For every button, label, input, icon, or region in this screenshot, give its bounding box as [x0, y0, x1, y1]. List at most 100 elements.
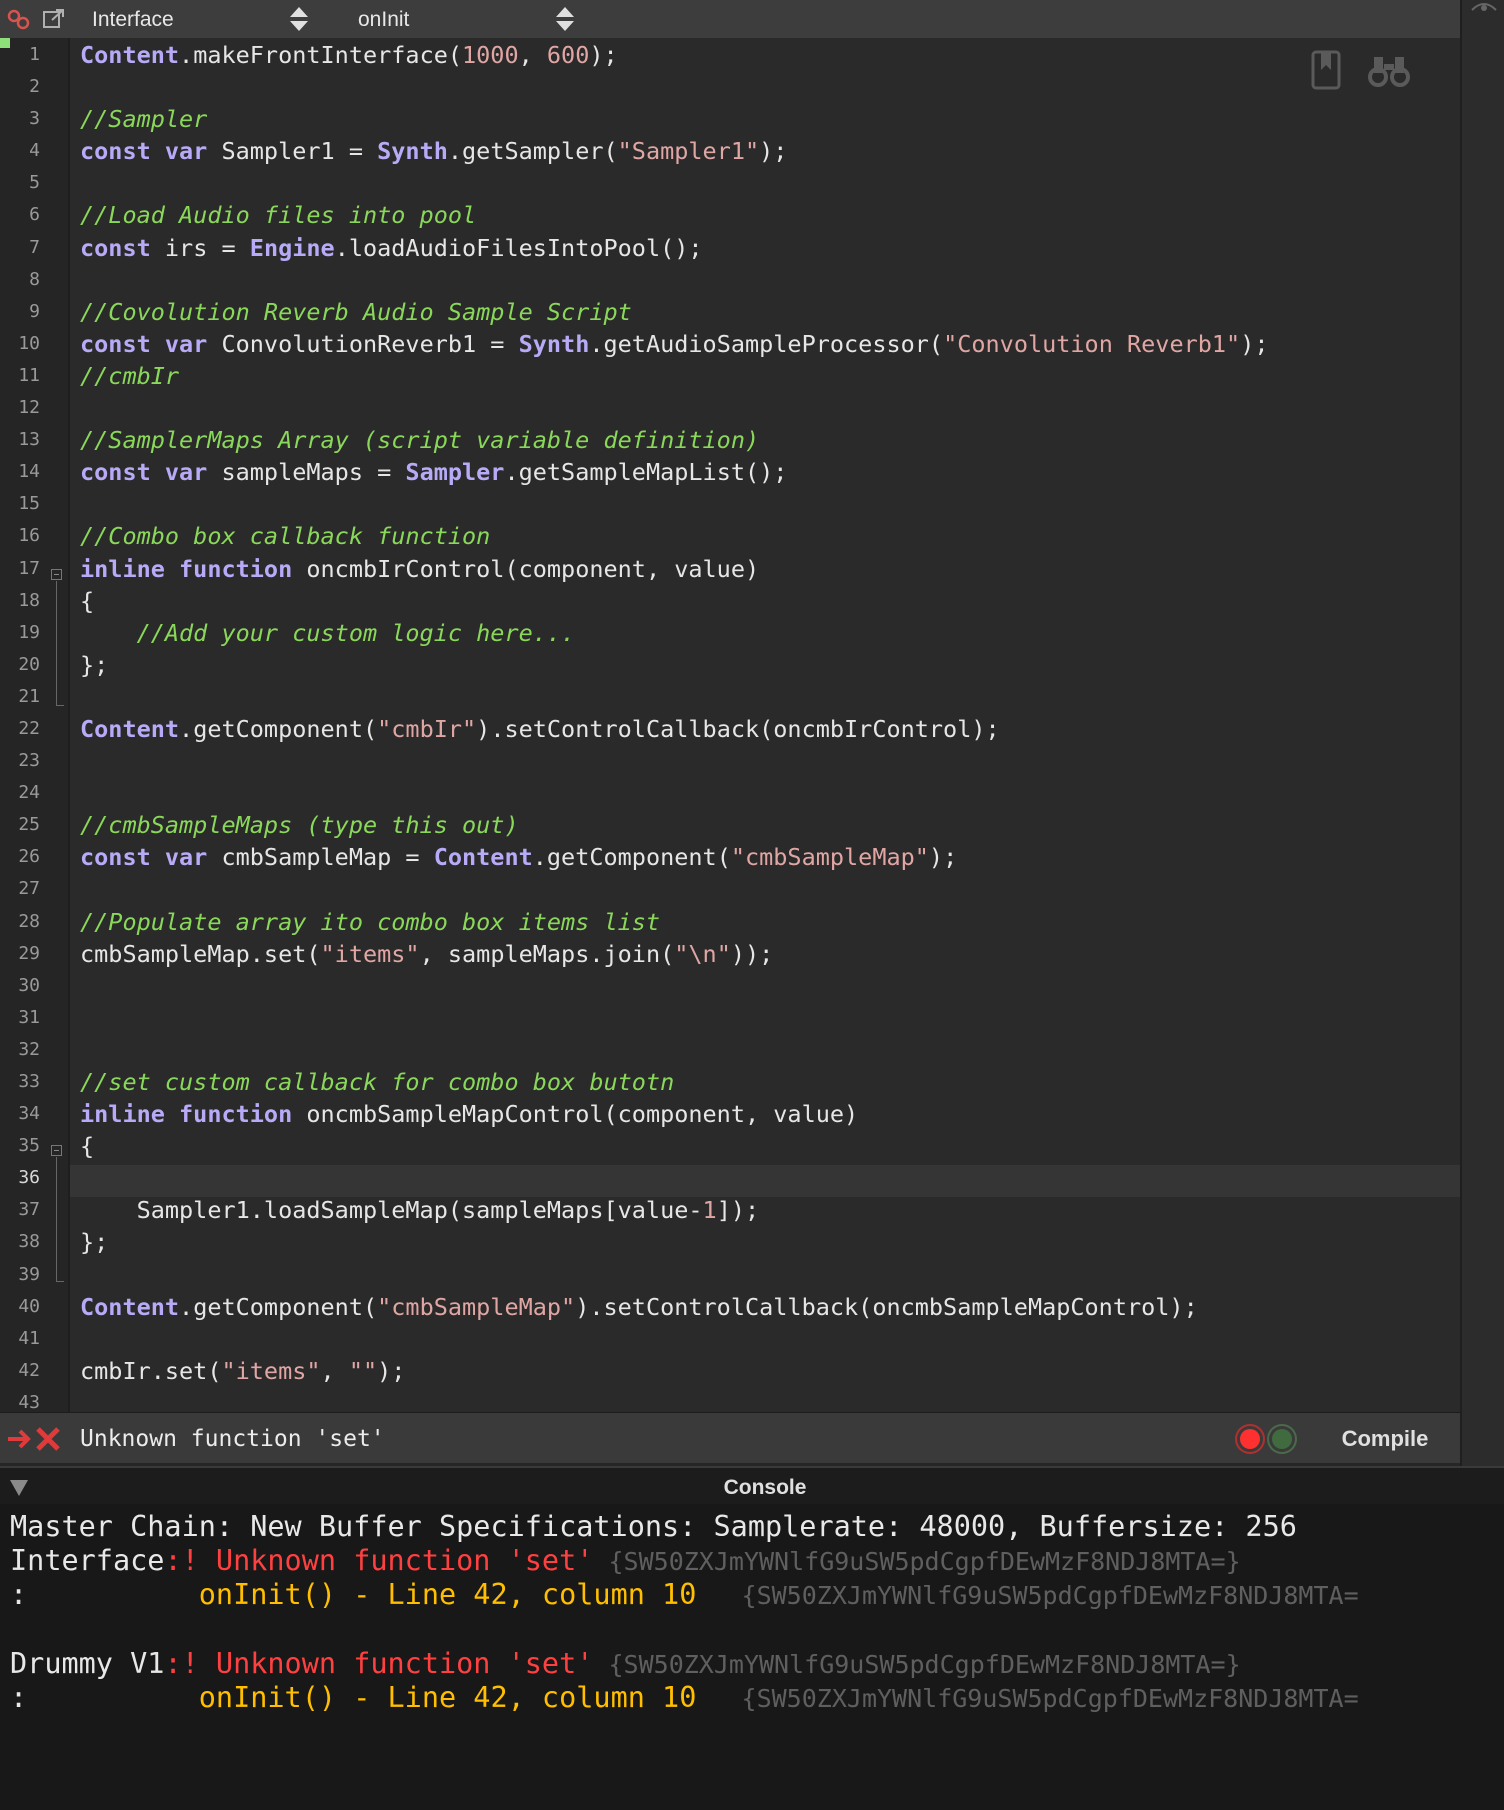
code-line[interactable] — [80, 1322, 1460, 1354]
record-icon[interactable] — [1240, 1429, 1260, 1449]
code-line[interactable]: const var Sampler1 = Synth.getSampler("S… — [80, 134, 1460, 166]
code-line[interactable]: const var ConvolutionReverb1 = Synth.get… — [80, 327, 1460, 359]
code-line[interactable] — [80, 1033, 1460, 1065]
code-token: .getComponent( — [532, 843, 731, 872]
code-line[interactable]: Content.getComponent("cmbSampleMap").set… — [80, 1290, 1460, 1322]
code-token: 1000 — [462, 41, 519, 69]
code-line[interactable]: Sampler1.loadSampleMap(sampleMaps[value-… — [80, 1193, 1460, 1225]
code-token: , — [320, 1356, 349, 1385]
line-number: 5 — [29, 172, 40, 194]
code-line[interactable]: cmbIr.set("items", ""); — [80, 1354, 1460, 1386]
console-line: Master Chain: New Buffer Specifications:… — [10, 1510, 1297, 1543]
code-line[interactable]: const var cmbSampleMap = Content.getComp… — [80, 840, 1460, 872]
code-line[interactable] — [80, 166, 1460, 198]
code-token: "Sampler1" — [617, 137, 760, 166]
code-token: inline function — [80, 554, 293, 583]
code-line[interactable]: //cmbSampleMaps (type this out) — [80, 808, 1460, 840]
line-number: 32 — [18, 1038, 40, 1060]
code-line[interactable]: const var sampleMaps = Sampler.getSample… — [80, 455, 1460, 487]
code-token: ]); — [716, 1196, 760, 1225]
code-line[interactable]: }; — [80, 1225, 1460, 1257]
callback-selector[interactable]: onInit — [358, 0, 578, 38]
code-token: .getSampleMapList(); — [504, 458, 788, 487]
code-line[interactable]: //Populate array ito combo box items lis… — [80, 905, 1460, 937]
code-line[interactable]: cmbSampleMap.set("items", sampleMaps.joi… — [80, 937, 1460, 969]
console-output[interactable]: Master Chain: New Buffer Specifications:… — [0, 1504, 1504, 1810]
code-line[interactable] — [80, 70, 1460, 102]
code-line[interactable] — [80, 263, 1460, 295]
code-line[interactable] — [80, 391, 1460, 423]
binoculars-icon[interactable] — [1368, 54, 1410, 93]
code-line[interactable]: }; — [80, 648, 1460, 680]
code-token: "\n" — [674, 939, 731, 968]
code-line[interactable]: const irs = Engine.loadAudioFilesIntoPoo… — [80, 231, 1460, 263]
code-line[interactable]: inline function oncmbSampleMapControl(co… — [80, 1097, 1460, 1129]
line-number: 24 — [18, 782, 40, 804]
code-token: //Populate array ito combo box items lis… — [80, 907, 661, 936]
link-icon[interactable] — [6, 8, 32, 30]
code-line[interactable] — [80, 1258, 1460, 1290]
code-token: //SamplerMaps Array (script variable def… — [80, 426, 760, 455]
code-line[interactable]: inline function oncmbIrControl(component… — [80, 552, 1460, 584]
code-line[interactable]: //Add your custom logic here... — [80, 616, 1460, 648]
code-token: }; — [80, 650, 109, 679]
line-number: 9 — [29, 300, 40, 322]
right-side-panel — [1460, 0, 1504, 1466]
code-token: "cmbSampleMap" — [377, 1292, 576, 1321]
code-token: .getAudioSampleProcessor( — [589, 329, 944, 358]
compile-button[interactable]: Compile — [1320, 1421, 1450, 1457]
code-line[interactable] — [80, 872, 1460, 904]
line-number: 39 — [18, 1263, 40, 1285]
code-line[interactable] — [80, 744, 1460, 776]
code-token: , sampleMaps.join( — [419, 939, 675, 968]
code-line[interactable]: { — [80, 584, 1460, 616]
line-number: 41 — [18, 1327, 40, 1349]
code-token: irs = — [150, 233, 250, 262]
code-line[interactable]: //cmbIr — [80, 359, 1460, 391]
line-number: 3 — [29, 108, 40, 130]
fold-line — [56, 1157, 57, 1281]
code-line[interactable]: //Combo box callback function — [80, 519, 1460, 551]
line-number: 20 — [18, 653, 40, 675]
code-line[interactable]: Content.getComponent("cmbIr").setControl… — [80, 712, 1460, 744]
code-line[interactable] — [80, 1161, 1460, 1193]
code-line[interactable]: //Load Audio files into pool — [80, 198, 1460, 230]
code-line[interactable] — [80, 776, 1460, 808]
code-token: inline function — [80, 1100, 293, 1129]
error-status-bar: Unknown function 'set' Compile — [0, 1412, 1460, 1463]
line-number: 15 — [18, 493, 40, 515]
code-token: .loadAudioFilesIntoPool(); — [334, 233, 703, 262]
processor-selector[interactable]: Interface — [92, 0, 312, 38]
code-text[interactable]: Content.makeFrontInterface(1000, 600); //… — [80, 38, 1460, 1418]
code-line[interactable] — [80, 680, 1460, 712]
code-token: oncmbIrControl(component, value) — [292, 554, 760, 583]
code-token: { — [80, 1132, 95, 1161]
code-token: { — [80, 586, 95, 615]
code-token: cmbIr.set( — [80, 1356, 222, 1385]
external-popout-icon[interactable] — [42, 8, 68, 30]
line-numbers: 1 2 3 4 5 6 7 8 9 10 11 12 13 14 15 16 17 18 19 20 21 22 23 24 2… — [0, 38, 40, 1418]
fold-toggle-icon[interactable] — [51, 1145, 62, 1156]
code-line[interactable]: //Covolution Reverb Audio Sample Script — [80, 295, 1460, 327]
code-line[interactable]: { — [80, 1129, 1460, 1161]
code-line[interactable]: //SamplerMaps Array (script variable def… — [80, 423, 1460, 455]
eye-icon[interactable] — [1470, 2, 1498, 23]
code-line[interactable] — [80, 1001, 1460, 1033]
line-number: 19 — [18, 621, 40, 643]
line-number: 37 — [18, 1199, 40, 1221]
code-editor[interactable]: 1 2 3 4 5 6 7 8 9 10 11 12 13 14 15 16 17 18 19 20 21 22 23 24 2… — [0, 38, 1460, 1413]
code-line[interactable]: //set custom callback for combo box buto… — [80, 1065, 1460, 1097]
code-token: "items" — [320, 939, 420, 968]
code-token: Engine — [249, 233, 335, 262]
sort-arrows-icon — [288, 6, 310, 32]
fold-toggle-icon[interactable] — [51, 569, 62, 580]
processor-selector-value: Interface — [92, 8, 174, 31]
code-token: ); — [1240, 329, 1269, 358]
code-line[interactable]: Content.makeFrontInterface(1000, 600); — [80, 38, 1460, 70]
code-line[interactable]: //Sampler — [80, 102, 1460, 134]
code-line[interactable] — [80, 487, 1460, 519]
fold-line — [56, 581, 57, 705]
code-token: , — [518, 41, 547, 69]
code-line[interactable] — [80, 969, 1460, 1001]
bookmark-icon[interactable] — [1310, 50, 1344, 95]
